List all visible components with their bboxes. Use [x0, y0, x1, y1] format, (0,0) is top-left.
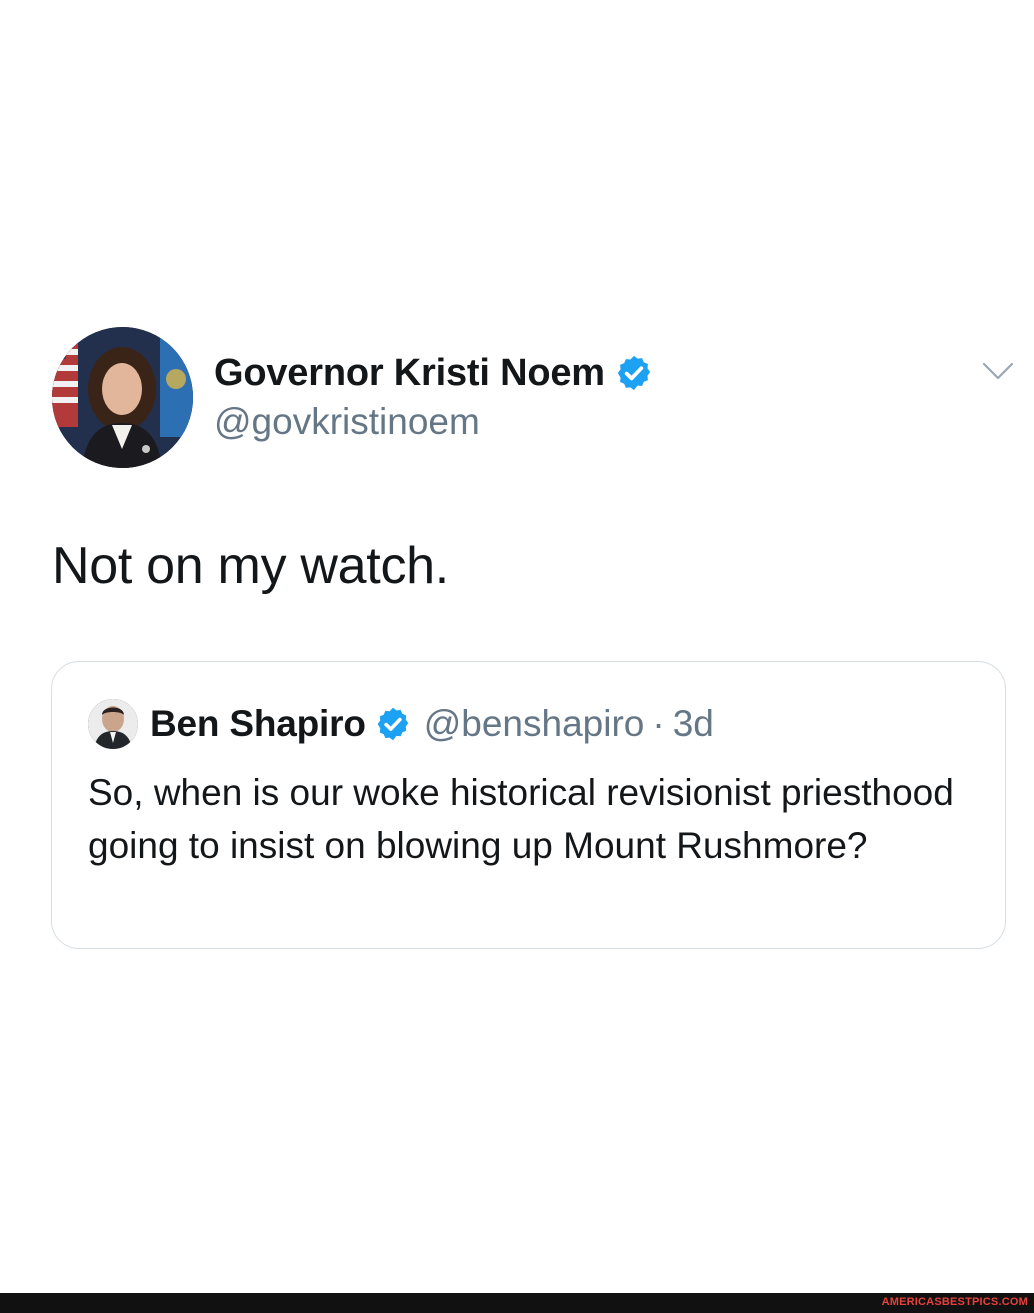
- verified-badge-icon: [617, 355, 651, 391]
- quoted-author-avatar[interactable]: [88, 699, 138, 749]
- quoted-tweet-timestamp[interactable]: 3d: [673, 703, 714, 745]
- chevron-down-icon[interactable]: [981, 360, 1015, 382]
- quoted-author-display-name[interactable]: Ben Shapiro: [150, 703, 366, 745]
- quoted-author-avatar-image: [88, 699, 138, 749]
- watermark: AMERICASBESTPICS.COM: [881, 1296, 1028, 1308]
- quoted-tweet-separator: ·: [652, 703, 665, 744]
- author-display-name[interactable]: Governor Kristi Noem: [214, 352, 605, 395]
- quoted-tweet-header: Ben Shapiro @benshapiro · 3d: [88, 698, 714, 750]
- author-name-row: Governor Kristi Noem: [214, 350, 653, 396]
- quoted-tweet-text: So, when is our woke historical revision…: [88, 772, 954, 866]
- author-avatar[interactable]: [52, 327, 193, 468]
- quoted-verified-badge-icon: [377, 707, 409, 741]
- author-handle[interactable]: @govkristinoem: [214, 401, 480, 443]
- footer-bar: [0, 1293, 1034, 1313]
- quoted-author-handle[interactable]: @benshapiro: [424, 703, 645, 745]
- quoted-tweet-card[interactable]: Ben Shapiro @benshapiro · 3d So, when is…: [51, 661, 1006, 949]
- author-avatar-image: [52, 327, 193, 468]
- tweet-text: Not on my watch.: [52, 537, 449, 595]
- tweet: Governor Kristi Noem @govkristinoem Not …: [0, 0, 1034, 1293]
